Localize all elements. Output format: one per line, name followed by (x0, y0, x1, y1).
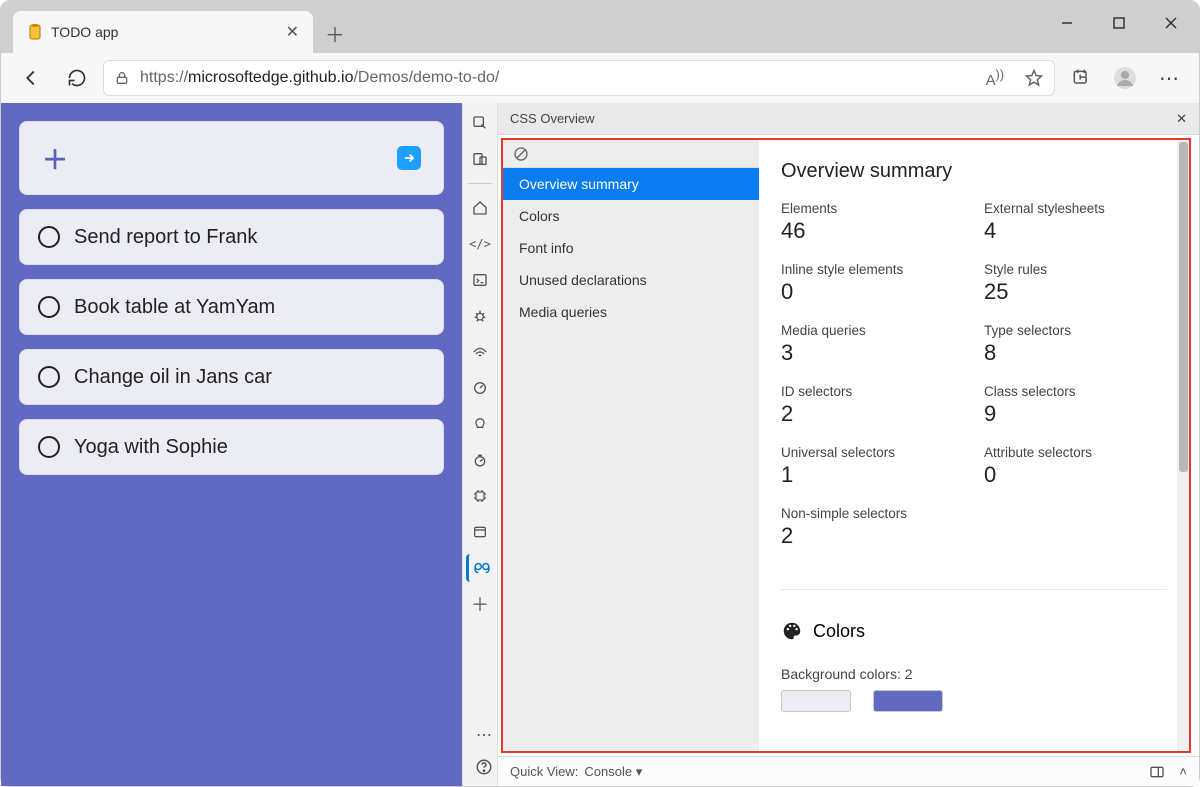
browser-tab[interactable]: TODO app ✕ (13, 11, 313, 53)
add-todo-card[interactable]: ＋ (19, 121, 444, 195)
css-overview-main: Overview summary Elements46 External sty… (759, 140, 1189, 751)
chevron-up-icon[interactable]: ˄ (1179, 764, 1187, 779)
url-text: https://microsoftedge.github.io/Demos/de… (140, 69, 499, 87)
stat-inline-style: Inline style elements0 (781, 262, 964, 305)
minimize-button[interactable] (1045, 7, 1089, 39)
todo-label: Send report to Frank (74, 226, 257, 249)
network-icon[interactable] (466, 338, 494, 366)
titlebar: TODO app ✕ ＋ (1, 1, 1199, 53)
todo-item[interactable]: Send report to Frank (19, 209, 444, 265)
css-overview-icon[interactable] (466, 554, 494, 582)
devtools-footer: Quick View: Console ▾ ˄ (498, 756, 1199, 786)
stat-elements: Elements46 (781, 201, 964, 244)
circle-icon[interactable] (38, 366, 60, 388)
close-window-button[interactable] (1149, 7, 1193, 39)
color-swatch[interactable] (873, 690, 943, 712)
nav-media-queries[interactable]: Media queries (503, 296, 759, 328)
device-icon[interactable] (466, 145, 494, 173)
stat-media-queries: Media queries3 (781, 323, 964, 366)
circle-icon[interactable] (38, 296, 60, 318)
nav-font-info[interactable]: Font info (503, 232, 759, 264)
scroll-thumb[interactable] (1179, 142, 1188, 472)
favorite-icon[interactable] (1024, 68, 1044, 88)
browser-toolbar: https://microsoftedge.github.io/Demos/de… (1, 53, 1199, 103)
tab-close-icon[interactable]: ✕ (286, 22, 299, 42)
memory-icon[interactable] (466, 410, 494, 438)
inspect-icon[interactable] (466, 109, 494, 137)
stat-external-stylesheets: External stylesheets4 (984, 201, 1167, 244)
devtools-help-icon[interactable] (470, 753, 498, 781)
welcome-icon[interactable] (466, 194, 494, 222)
nav-overview-summary[interactable]: Overview summary (503, 168, 759, 200)
clipboard-icon (27, 24, 43, 40)
stat-style-rules: Style rules25 (984, 262, 1167, 305)
refresh-button[interactable] (57, 58, 97, 98)
clear-icon[interactable] (513, 146, 529, 162)
todo-label: Book table at YamYam (74, 296, 275, 319)
lock-icon (114, 70, 130, 86)
sources-bug-icon[interactable] (466, 302, 494, 330)
stat-type-selectors: Type selectors8 (984, 323, 1167, 366)
stat-id-selectors: ID selectors2 (781, 384, 964, 427)
profile-icon[interactable] (1105, 58, 1145, 98)
more-menu-icon[interactable]: ⋯ (1149, 58, 1189, 98)
bg-colors-label: Background colors: 2 (781, 666, 1167, 682)
performance-icon[interactable] (466, 374, 494, 402)
todo-item[interactable]: Change oil in Jans car (19, 349, 444, 405)
todo-label: Change oil in Jans car (74, 366, 272, 389)
stat-non-simple-selectors: Non-simple selectors2 (781, 506, 964, 549)
devtools-tabstrip: </> ＋ (462, 103, 498, 786)
css-overview-panel: CSS Overview ✕ Overview summary Colors F… (498, 103, 1199, 786)
scrollbar[interactable] (1177, 140, 1189, 751)
address-bar[interactable]: https://microsoftedge.github.io/Demos/de… (103, 60, 1055, 96)
new-tab-button[interactable]: ＋ (317, 15, 353, 51)
collections-icon[interactable] (1061, 58, 1101, 98)
elements-icon[interactable]: </> (466, 230, 494, 258)
quickview-label: Quick View: (510, 764, 578, 779)
maximize-button[interactable] (1097, 7, 1141, 39)
colors-heading: Colors (781, 620, 1167, 642)
palette-icon (781, 620, 803, 642)
cpu-icon[interactable] (466, 482, 494, 510)
back-button[interactable] (11, 58, 51, 98)
plus-icon: ＋ (42, 140, 68, 177)
todo-label: Yoga with Sophie (74, 436, 228, 459)
stat-attribute-selectors: Attribute selectors0 (984, 445, 1167, 488)
todo-app: ＋ Send report to Frank Book table at Yam… (1, 103, 462, 786)
dock-icon[interactable] (1149, 764, 1165, 780)
console-dropdown[interactable]: Console ▾ (584, 764, 642, 780)
color-swatch[interactable] (781, 690, 851, 712)
nav-unused-declarations[interactable]: Unused declarations (503, 264, 759, 296)
css-overview-nav: Overview summary Colors Font info Unused… (503, 140, 759, 751)
todo-item[interactable]: Book table at YamYam (19, 279, 444, 335)
stat-universal-selectors: Universal selectors1 (781, 445, 964, 488)
circle-icon[interactable] (38, 226, 60, 248)
todo-item[interactable]: Yoga with Sophie (19, 419, 444, 475)
tab-title: TODO app (51, 24, 278, 40)
application-icon[interactable] (466, 518, 494, 546)
close-panel-icon[interactable]: ✕ (1176, 111, 1187, 127)
console-icon[interactable] (466, 266, 494, 294)
panel-title: CSS Overview (510, 111, 595, 126)
submit-arrow-icon[interactable] (397, 146, 421, 170)
read-aloud-icon[interactable]: A)) (986, 68, 1004, 89)
circle-icon[interactable] (38, 436, 60, 458)
stat-class-selectors: Class selectors9 (984, 384, 1167, 427)
nav-colors[interactable]: Colors (503, 200, 759, 232)
summary-heading: Overview summary (781, 160, 1167, 183)
devtools-more-icon[interactable]: ⋯ (470, 721, 498, 749)
add-tool-icon[interactable]: ＋ (466, 590, 494, 618)
lighthouse-icon[interactable] (466, 446, 494, 474)
